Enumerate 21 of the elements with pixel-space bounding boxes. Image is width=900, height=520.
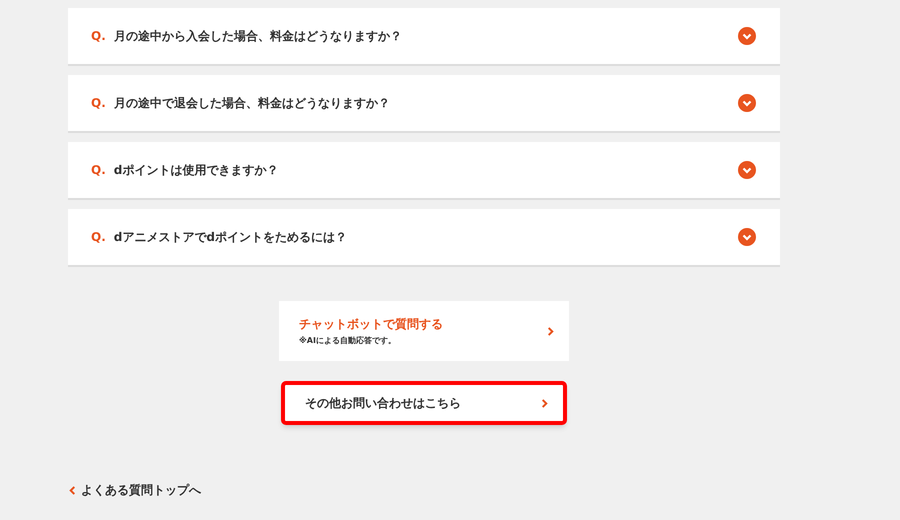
faq-item[interactable]: Q. dアニメストアでdポイントをためるには？ bbox=[68, 209, 780, 267]
link-title: その他お問い合わせはこちら bbox=[305, 395, 461, 412]
chevron-left-icon bbox=[68, 484, 77, 496]
question-text: dアニメストアでdポイントをためるには？ bbox=[114, 229, 348, 246]
question-text: 月の途中で退会した場合、料金はどうなりますか？ bbox=[114, 95, 391, 112]
question-marker: Q. bbox=[91, 229, 106, 246]
link-note: ※AIによる自動応答です。 bbox=[299, 335, 397, 347]
question-text: 月の途中から入会した場合、料金はどうなりますか？ bbox=[114, 28, 403, 45]
question-marker: Q. bbox=[91, 95, 106, 112]
faq-item[interactable]: Q. 月の途中で退会した場合、料金はどうなりますか？ bbox=[68, 75, 780, 133]
question-text: dポイントは使用できますか？ bbox=[114, 162, 280, 179]
contact-link[interactable]: その他お問い合わせはこちら bbox=[281, 381, 567, 425]
faq-item[interactable]: Q. 月の途中から入会した場合、料金はどうなりますか？ bbox=[68, 8, 780, 66]
back-link[interactable]: よくある質問トップへ bbox=[68, 481, 201, 499]
chevron-right-icon bbox=[540, 398, 549, 408]
chatbot-link[interactable]: チャットボットで質問する ※AIによる自動応答です。 bbox=[279, 301, 569, 361]
question-marker: Q. bbox=[91, 28, 106, 45]
faq-item[interactable]: Q. dポイントは使用できますか？ bbox=[68, 142, 780, 200]
link-title: チャットボットで質問する bbox=[299, 316, 443, 333]
chevron-right-icon bbox=[546, 326, 555, 336]
question-marker: Q. bbox=[91, 162, 106, 179]
